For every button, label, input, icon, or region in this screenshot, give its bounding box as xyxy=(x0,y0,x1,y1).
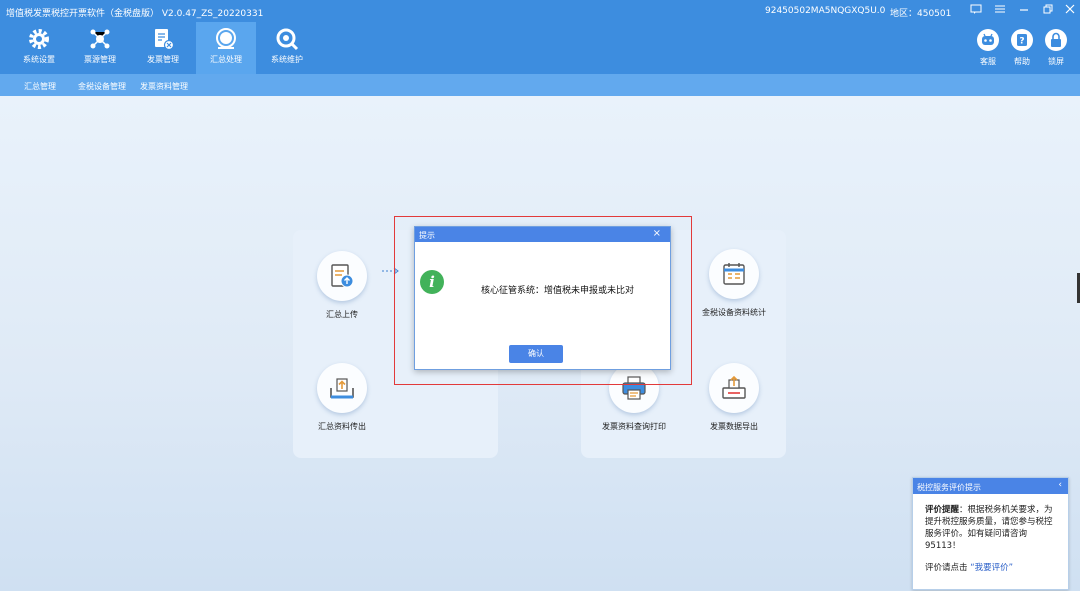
upload-doc-icon xyxy=(317,251,367,301)
highlight-box xyxy=(394,216,692,385)
nav-system-maintenance[interactable]: 系统维护 xyxy=(257,22,317,74)
lock-icon xyxy=(1045,29,1067,51)
summary-icon xyxy=(216,28,236,49)
feature-label: 金税设备资料统计 xyxy=(702,308,766,317)
feature-label: 汇总上传 xyxy=(326,310,358,319)
nav-invoice-management[interactable]: 发票管理 xyxy=(133,22,193,74)
gear-icon xyxy=(29,29,49,49)
message-icon[interactable] xyxy=(968,3,984,19)
nav-ticket-source[interactable]: 票源管理 xyxy=(70,22,130,74)
subnav-invoice-data-management[interactable]: 发票资料管理 xyxy=(140,81,188,92)
main-toolbar: 系统设置 票源管理 发票管理 汇总处理 系统维护 客服 ? 帮助 锁屏 xyxy=(0,22,1080,74)
nav-system-settings[interactable]: 系统设置 xyxy=(9,22,69,74)
tray-upload-icon xyxy=(317,363,367,413)
region-label: 地区：450501 xyxy=(890,9,952,19)
help-icon: ? xyxy=(1011,29,1033,51)
tax-device-statistics-button[interactable]: 金税设备资料统计 xyxy=(679,249,789,318)
service-evaluation-notice: 税控服务评价提示 ‹ 评价提醒：根据税务机关要求，为提升税控服务质量，请您参与税… xyxy=(912,477,1069,590)
right-button-label: 锁屏 xyxy=(1048,57,1064,66)
sub-nav: 汇总管理 金税设备管理 发票资料管理 xyxy=(0,74,1080,96)
nav-label: 汇总处理 xyxy=(210,55,242,64)
notice-lead: 评价提醒 xyxy=(925,505,960,515)
title-bar: 增值税发票税控开票软件（金税盘版） V2.0.47_ZS_20220331 92… xyxy=(0,0,1080,22)
invoice-data-export-button[interactable]: 发票数据导出 xyxy=(679,363,789,432)
collapse-icon[interactable]: ‹ xyxy=(1058,480,1062,490)
right-button-label: 帮助 xyxy=(1014,57,1030,66)
nav-label: 系统维护 xyxy=(271,55,303,64)
wrench-icon xyxy=(276,28,299,51)
minimize-icon[interactable] xyxy=(1016,3,1032,19)
evaluate-link[interactable]: “我要评价” xyxy=(970,563,1013,573)
svg-text:?: ? xyxy=(1019,37,1024,47)
network-icon xyxy=(90,29,110,49)
nav-label: 系统设置 xyxy=(23,55,55,64)
notice-footer-prefix: 评价请点击 xyxy=(925,563,968,573)
notice-footer: 评价请点击 “我要评价” xyxy=(925,561,1013,573)
nav-summary-processing[interactable]: 汇总处理 xyxy=(196,22,256,74)
nav-label: 票源管理 xyxy=(84,55,116,64)
menu-icon[interactable] xyxy=(992,3,1008,19)
summary-data-export-button[interactable]: 汇总资料传出 xyxy=(287,363,397,432)
invoice-icon xyxy=(155,29,175,51)
calendar-icon xyxy=(709,249,759,299)
tax-id: 92450502MA5NQGXQ5U.0 xyxy=(765,6,886,16)
subnav-summary-management[interactable]: 汇总管理 xyxy=(24,81,56,92)
notice-title: 税控服务评价提示 xyxy=(917,483,981,492)
notice-body: 评价提醒：根据税务机关要求，为提升税控服务质量，请您参与税控服务评价。如有疑问请… xyxy=(913,494,1068,552)
feature-label: 发票资料查询打印 xyxy=(602,422,666,431)
subnav-tax-device-management[interactable]: 金税设备管理 xyxy=(78,81,126,92)
notice-header: 税控服务评价提示 ‹ xyxy=(913,478,1068,494)
app-title: 增值税发票税控开票软件（金税盘版） V2.0.47_ZS_20220331 xyxy=(6,9,264,19)
restore-icon[interactable] xyxy=(1040,3,1056,19)
feature-label: 汇总资料传出 xyxy=(318,422,366,431)
feature-label: 发票数据导出 xyxy=(710,422,758,431)
export-icon xyxy=(709,363,759,413)
right-button-label: 客服 xyxy=(980,57,996,66)
robot-icon xyxy=(977,29,999,51)
nav-label: 发票管理 xyxy=(147,55,179,64)
lock-screen-button[interactable]: 锁屏 xyxy=(1036,24,1076,72)
close-icon[interactable] xyxy=(1062,3,1078,19)
summary-upload-button[interactable]: 汇总上传 xyxy=(287,251,397,320)
